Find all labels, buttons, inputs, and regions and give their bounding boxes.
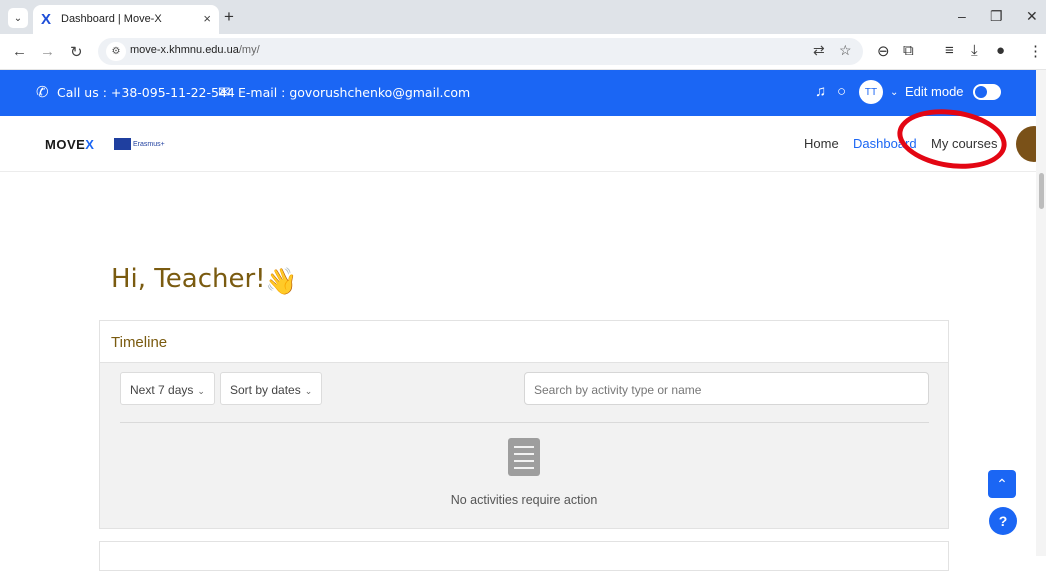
call-text: Call us : +38-095-11-22-544	[57, 85, 235, 100]
messages-icon[interactable]: ○	[837, 83, 846, 100]
back-to-top-button[interactable]: ⌃	[988, 470, 1016, 498]
bookmark-star-icon[interactable]: ☆	[839, 42, 852, 59]
movex-logo[interactable]: MOVEX	[45, 137, 94, 152]
site-settings-icon[interactable]: ⚙	[106, 42, 126, 61]
timeline-title: Timeline	[111, 334, 168, 351]
download-icon[interactable]: ⤓	[971, 42, 978, 59]
notification-bell-icon[interactable]: ♫	[815, 83, 826, 100]
url-text: move-x.khmnu.edu.ua/my/	[130, 44, 260, 56]
chevron-down-icon: ⌄	[304, 386, 313, 396]
phone-icon: ✆	[36, 84, 49, 101]
scrollbar-thumb[interactable]	[1039, 173, 1044, 209]
reload-icon[interactable]: ↻	[70, 43, 83, 61]
browser-tab[interactable]: X Dashboard | Move-X ×	[33, 5, 219, 34]
waving-hand-icon: 👋	[265, 266, 298, 296]
restore-icon[interactable]: ❐	[990, 8, 1003, 25]
empty-list-icon	[508, 438, 540, 476]
browser-menu-icon[interactable]: ⋮	[1028, 42, 1043, 60]
tab-search-chevron-icon[interactable]: ⌄	[8, 8, 28, 28]
extension-icon[interactable]: ⊖	[877, 42, 890, 60]
timeline-block: Timeline Next 7 days ⌄ Sort by dates ⌄ Sea…	[99, 320, 949, 529]
scrollbar[interactable]	[1036, 70, 1046, 556]
browser-tab-bar: ⌄ X Dashboard | Move-X × + – ❐ ✕	[0, 0, 1046, 34]
next-block	[99, 541, 949, 571]
nav-home-link[interactable]: Home	[804, 136, 839, 151]
mail-icon: ✉	[218, 84, 231, 101]
reading-list-icon[interactable]: ≡	[945, 42, 954, 59]
tab-title: Dashboard | Move-X	[61, 13, 162, 25]
user-menu-chevron-icon[interactable]: ⌄	[890, 87, 898, 98]
profile-icon[interactable]: ●	[996, 42, 1005, 59]
divider	[120, 422, 929, 423]
minimize-icon[interactable]: –	[958, 8, 966, 24]
contact-strip: ✆ Call us : +38-095-11-22-544 ✉ E-mail :…	[0, 70, 1046, 116]
user-avatar[interactable]: TT	[859, 80, 883, 104]
page-greeting: Hi, Teacher!	[111, 264, 266, 294]
translate-icon[interactable]: ⇄	[813, 42, 825, 59]
site-navbar: MOVEX Erasmus+ Home Dashboard My courses	[0, 116, 1046, 172]
forward-icon[interactable]: →	[40, 43, 55, 60]
erasmus-label: Erasmus+	[133, 141, 165, 148]
help-button[interactable]: ?	[989, 507, 1017, 535]
window-close-icon[interactable]: ✕	[1026, 8, 1038, 25]
edit-mode-label: Edit mode	[905, 84, 964, 99]
movex-favicon-icon: X	[41, 11, 52, 28]
eu-flag-icon	[114, 138, 131, 150]
empty-state-text: No activities require action	[450, 493, 598, 507]
activity-search-input[interactable]: Search by activity type or name	[524, 372, 929, 405]
email-text: E-mail : govorushchenko@gmail.com	[238, 85, 471, 100]
new-tab-icon[interactable]: +	[224, 7, 234, 27]
url-field[interactable]: ⚙ move-x.khmnu.edu.ua/my/ ⇄ ☆	[98, 38, 863, 65]
chevron-down-icon: ⌄	[197, 386, 205, 396]
back-icon[interactable]: ←	[12, 43, 27, 60]
sort-dropdown[interactable]: Sort by dates ⌄	[220, 372, 323, 405]
browser-address-bar: ← → ↻ ⚙ move-x.khmnu.edu.ua/my/ ⇄ ☆ ⊖ ⧉ …	[0, 34, 1046, 70]
edit-mode-toggle[interactable]	[973, 84, 1001, 100]
date-filter-dropdown[interactable]: Next 7 days ⌄	[120, 372, 215, 405]
puzzle-extensions-icon[interactable]: ⧉	[903, 42, 914, 59]
timeline-header: Timeline	[100, 321, 948, 363]
close-tab-icon[interactable]: ×	[203, 11, 211, 26]
